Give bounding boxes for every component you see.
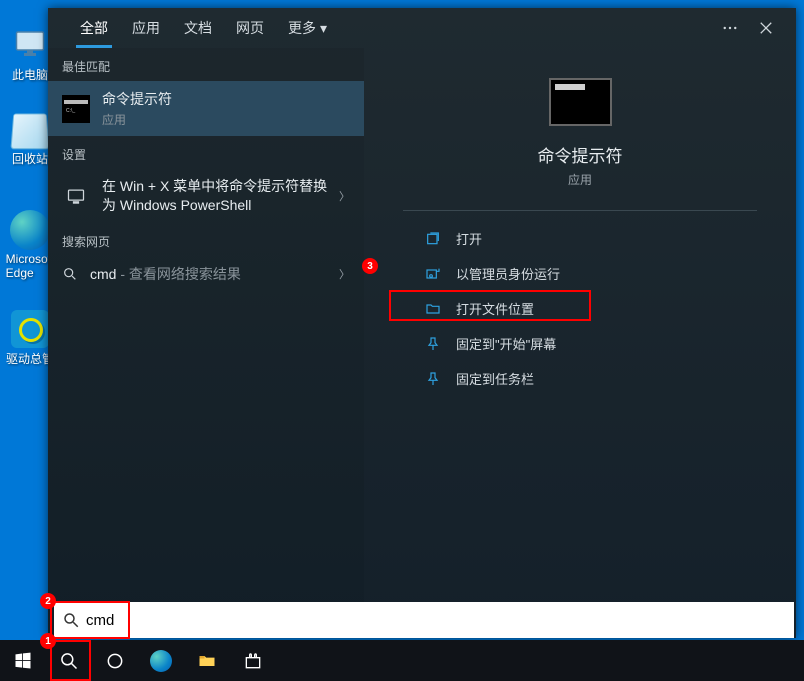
store-icon — [243, 651, 263, 671]
svg-text:C:\_: C:\_ — [66, 108, 75, 114]
close-icon — [759, 21, 773, 35]
search-icon — [59, 651, 79, 671]
result-subtitle: 应用 — [102, 111, 350, 128]
annotation-badge-3: 3 — [362, 258, 378, 274]
taskbar-store[interactable] — [230, 640, 276, 681]
pin-icon — [424, 370, 442, 388]
taskbar — [0, 640, 804, 681]
recycle-icon — [10, 114, 49, 150]
separator — [403, 210, 757, 211]
tab-docs[interactable]: 文档 — [172, 8, 224, 48]
search-input[interactable] — [80, 606, 786, 635]
open-icon — [424, 230, 442, 248]
ellipsis-icon — [723, 21, 737, 35]
cmd-icon: C:\_ — [62, 95, 90, 123]
desktop-icon-label: 回收站 — [12, 150, 48, 167]
result-best-match[interactable]: C:\_ 命令提示符 应用 — [48, 81, 364, 136]
pc-icon — [10, 24, 50, 64]
edge-icon — [150, 650, 172, 672]
search-panel: 全部 应用 文档 网页 更多▾ 最佳匹配 C:\_ 命令提示符 应用 设置 — [48, 8, 796, 638]
folder-icon — [424, 300, 442, 318]
section-best-match: 最佳匹配 — [48, 48, 364, 81]
admin-icon — [424, 265, 442, 283]
search-icon — [62, 611, 80, 629]
action-label: 以管理员身份运行 — [456, 264, 560, 283]
preview-subtitle: 应用 — [568, 171, 592, 188]
action-label: 打开文件位置 — [456, 299, 534, 318]
windows-icon — [13, 651, 33, 671]
desktop-icon-label: 驱动总管 — [6, 350, 54, 367]
close-button[interactable] — [748, 10, 784, 46]
desktop-icon-label: 此电脑 — [12, 66, 48, 83]
chevron-right-icon: 〉 — [339, 188, 350, 204]
preview-thumbnail — [549, 78, 612, 126]
desktop-icon-edge[interactable]: Microsoft Edge — [6, 210, 54, 280]
edge-icon — [10, 210, 50, 250]
result-title: cmd - 查看网络搜索结果 — [90, 264, 339, 284]
result-setting-powershell[interactable]: 在 Win + X 菜单中将命令提示符替换为 Windows PowerShel… — [48, 169, 364, 223]
search-icon — [62, 266, 78, 282]
tab-apps[interactable]: 应用 — [120, 8, 172, 48]
annotation-badge-2: 2 — [40, 593, 56, 609]
tab-web[interactable]: 网页 — [224, 8, 276, 48]
preview-title: 命令提示符 — [538, 142, 623, 167]
action-pin-taskbar[interactable]: 固定到任务栏 — [414, 361, 746, 396]
folder-icon — [197, 651, 217, 671]
action-run-as-admin[interactable]: 以管理员身份运行 — [414, 256, 746, 291]
annotation-badge-1: 1 — [40, 633, 56, 649]
result-web-search[interactable]: cmd - 查看网络搜索结果 〉 — [48, 256, 364, 292]
desktop-icon-this-pc[interactable]: 此电脑 — [6, 24, 54, 83]
result-title: 在 Win + X 菜单中将命令提示符替换为 Windows PowerShel… — [102, 177, 339, 215]
tab-more[interactable]: 更多▾ — [276, 8, 339, 48]
action-open[interactable]: 打开 — [414, 221, 746, 256]
chevron-right-icon: 〉 — [339, 266, 350, 282]
tab-all[interactable]: 全部 — [68, 8, 120, 48]
result-title: 命令提示符 — [102, 89, 350, 109]
search-results-column: 最佳匹配 C:\_ 命令提示符 应用 设置 在 Win + X 菜单中将命令提示… — [48, 48, 364, 638]
desktop-icon-driver[interactable]: 驱动总管 — [6, 310, 54, 367]
options-button[interactable] — [712, 10, 748, 46]
settings-icon — [62, 182, 90, 210]
pin-icon — [424, 335, 442, 353]
action-open-location[interactable]: 打开文件位置 — [414, 291, 746, 326]
action-label: 固定到"开始"屏幕 — [456, 334, 556, 353]
action-pin-start[interactable]: 固定到"开始"屏幕 — [414, 326, 746, 361]
desktop-icon-recycle-bin[interactable]: 回收站 — [6, 112, 54, 167]
start-button[interactable] — [0, 640, 46, 681]
taskbar-edge[interactable] — [138, 640, 184, 681]
search-box[interactable] — [54, 602, 794, 638]
cortana-icon — [105, 651, 125, 671]
taskbar-cortana[interactable] — [92, 640, 138, 681]
search-tab-row: 全部 应用 文档 网页 更多▾ — [48, 8, 796, 48]
section-settings: 设置 — [48, 136, 364, 169]
driver-icon — [11, 310, 49, 348]
taskbar-explorer[interactable] — [184, 640, 230, 681]
action-label: 打开 — [456, 229, 482, 248]
section-web: 搜索网页 — [48, 223, 364, 256]
search-preview-column: 命令提示符 应用 打开 以管理员身份运行 打开文件位置 固定到"开 — [364, 48, 796, 638]
action-label: 固定到任务栏 — [456, 369, 534, 388]
chevron-down-icon: ▾ — [320, 20, 327, 36]
